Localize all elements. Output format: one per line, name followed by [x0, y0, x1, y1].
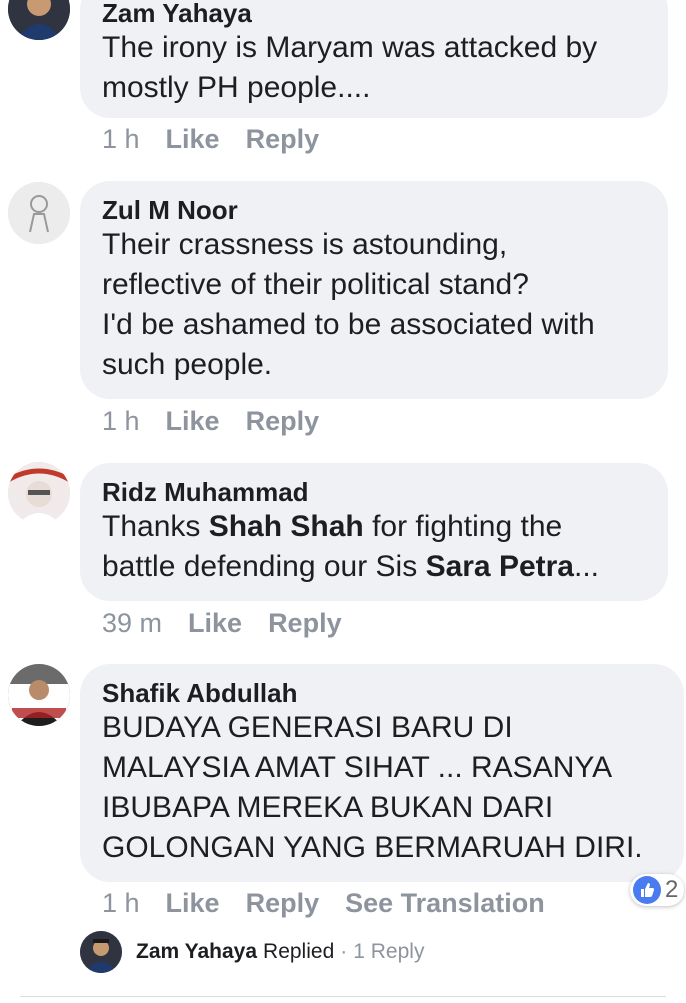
reply-button[interactable]: Reply — [246, 406, 320, 436]
timestamp[interactable]: 1 h — [102, 888, 140, 918]
text-segment: ... — [574, 550, 600, 583]
comment-text-line: The irony is Maryam was attacked by — [102, 31, 598, 64]
comment-bubble: Shafik Abdullah BUDAYA GENERASI BARU DI … — [80, 664, 684, 882]
replies-summary[interactable]: Zam Yahaya Replied · 1 Reply — [80, 930, 424, 974]
see-translation-link[interactable]: See Translation — [345, 888, 545, 918]
comment-text-line: BUDAYA GENERASI BARU DI — [102, 711, 513, 744]
comment-text-line: MALAYSIA AMAT SIHAT ... RASANYA — [102, 751, 613, 784]
comment-text-line: mostly PH people.... — [102, 71, 371, 104]
comment-actions: 1 h Like Reply See Translation — [102, 888, 571, 919]
comment-bubble: Zam Yahaya The irony is Maryam was attac… — [80, 0, 668, 118]
separator: · — [340, 940, 348, 963]
avatar[interactable] — [8, 0, 70, 40]
comment-text-line: Thanks Shah Shah for fighting the — [102, 507, 646, 547]
timestamp[interactable]: 39 m — [102, 608, 162, 638]
comment-text-line: GOLONGAN YANG BERMARUAH DIRI. — [102, 831, 643, 864]
reply-button[interactable]: Reply — [268, 608, 342, 638]
avatar[interactable] — [8, 664, 70, 726]
mention-link[interactable]: Shah Shah — [209, 510, 364, 543]
text-segment: battle defending our Sis — [102, 550, 426, 583]
comment-text-line: IBUBAPA MEREKA BUKAN DARI — [102, 791, 554, 824]
like-button[interactable]: Like — [188, 608, 242, 638]
text-segment: for fighting the — [363, 510, 563, 543]
text-segment: Thanks — [102, 510, 209, 543]
timestamp[interactable]: 1 h — [102, 406, 140, 436]
comment-bubble: Ridz Muhammad Thanks Shah Shah for fight… — [80, 463, 668, 601]
comment-author[interactable]: Shafik Abdullah — [102, 678, 662, 708]
reply-author[interactable]: Zam Yahaya — [136, 940, 257, 964]
thumbs-up-icon — [633, 876, 661, 904]
reaction-count: 2 — [665, 876, 679, 903]
timestamp[interactable]: 1 h — [102, 124, 140, 154]
comment-actions: 1 h Like Reply — [102, 406, 345, 437]
mention-link[interactable]: Sara Petra — [426, 550, 574, 583]
comment-text-line: such people. — [102, 348, 273, 381]
like-button[interactable]: Like — [166, 406, 220, 436]
comment-author[interactable]: Zul M Noor — [102, 195, 646, 225]
like-button[interactable]: Like — [166, 124, 220, 154]
comment-actions: 1 h Like Reply — [102, 124, 345, 155]
reply-button[interactable]: Reply — [246, 888, 320, 918]
comment-author[interactable]: Zam Yahaya — [102, 0, 646, 28]
comment-author[interactable]: Ridz Muhammad — [102, 477, 646, 507]
comment-bubble: Zul M Noor Their crassness is astounding… — [80, 181, 668, 399]
like-button[interactable]: Like — [166, 888, 220, 918]
comment-text-line: battle defending our Sis Sara Petra... — [102, 547, 646, 587]
comment-text-line: reflective of their political stand? — [102, 268, 529, 301]
reply-button[interactable]: Reply — [246, 124, 320, 154]
avatar — [80, 931, 122, 973]
reaction-summary[interactable]: 2 — [630, 874, 685, 906]
comment-actions: 39 m Like Reply — [102, 608, 368, 639]
reply-action: Replied — [263, 940, 335, 963]
reply-count[interactable]: 1 Reply — [353, 940, 424, 964]
comment-text-line: I'd be ashamed to be associated with — [102, 308, 595, 341]
comment-text-line: Their crassness is astounding, — [102, 228, 508, 261]
avatar[interactable] — [8, 182, 70, 244]
avatar[interactable] — [8, 462, 70, 524]
